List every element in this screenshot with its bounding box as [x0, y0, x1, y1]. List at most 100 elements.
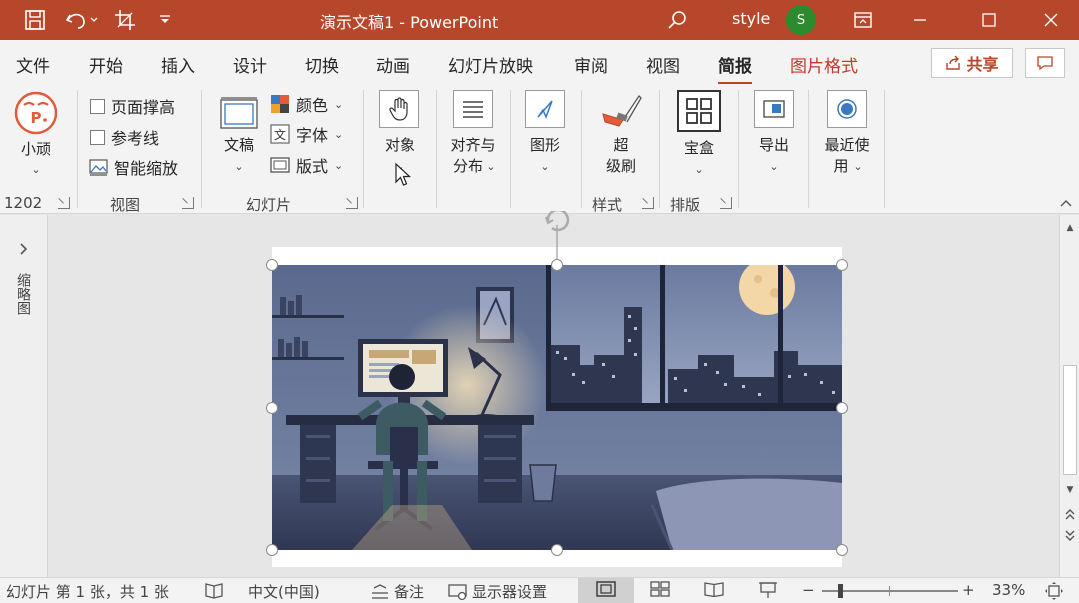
undo-icon[interactable] [60, 8, 104, 32]
dialog-launcher-icon[interactable] [182, 197, 194, 209]
tab-home[interactable]: 开始 [89, 52, 123, 77]
zoom-in-button[interactable]: + [962, 581, 975, 599]
page-stretch-checkbox[interactable]: 页面撑高 [90, 94, 175, 118]
previous-slide-icon[interactable] [1060, 505, 1079, 523]
zoom-level[interactable]: 33% [992, 581, 1025, 599]
maximize-icon[interactable] [966, 0, 1012, 40]
resize-handle-left[interactable] [266, 402, 278, 414]
guides-label: 参考线 [111, 129, 160, 148]
slides-icon [220, 97, 258, 129]
display-settings-button[interactable]: 显示器设置 [448, 581, 547, 602]
resize-handle-bottom-left[interactable] [266, 544, 278, 556]
tab-picture-format[interactable]: 图片格式 [790, 52, 858, 77]
svg-text:P: P [31, 109, 42, 127]
thumbnail-label[interactable]: 缩略图 [13, 273, 33, 315]
chevron-down-icon: ⌄ [694, 163, 704, 176]
night-office-illustration [272, 265, 842, 550]
export-button[interactable]: 导出 ⌄ [746, 88, 802, 180]
zoom-slider[interactable] [822, 584, 958, 598]
group-separator [77, 90, 78, 208]
selected-picture[interactable] [272, 265, 842, 550]
guides-checkbox[interactable]: 参考线 [90, 125, 159, 149]
expand-thumbnails-icon[interactable] [14, 239, 34, 259]
crop-icon[interactable] [112, 8, 138, 32]
align-distribute-button[interactable]: 对齐与 分布 ⌄ [443, 88, 505, 180]
checkbox-box [90, 98, 105, 114]
tab-design[interactable]: 设计 [233, 52, 267, 77]
recent-used-button[interactable]: 最近使 用 ⌄ [816, 88, 878, 180]
notes-label: 备注 [394, 583, 425, 601]
super-brush-button[interactable]: 超 级刷 [593, 88, 649, 180]
customize-qat-icon[interactable] [152, 8, 178, 32]
layout-button[interactable]: 版式 ⌄ [270, 153, 343, 177]
dialog-launcher-icon[interactable] [58, 197, 70, 209]
user-name[interactable]: style [732, 9, 770, 28]
slide-editor-canvas[interactable] [49, 211, 1059, 577]
shape-label: 图形 [529, 136, 560, 154]
comments-button[interactable] [1025, 48, 1065, 78]
accessibility-icon[interactable] [204, 581, 224, 599]
svg-text:文: 文 [274, 127, 286, 142]
treasure-box-label: 宝盒 [683, 139, 714, 157]
colors-button[interactable]: 颜色 ⌄ [270, 92, 343, 116]
minimize-icon[interactable] [897, 0, 943, 40]
scroll-down-icon[interactable]: ▼ [1060, 481, 1079, 499]
notes-button[interactable]: 备注 [370, 581, 424, 602]
slide-sorter-icon[interactable] [650, 581, 670, 597]
tab-jianbao[interactable]: 简报 [718, 52, 752, 85]
shape-icon [525, 90, 565, 128]
document-button[interactable]: 文稿 ⌄ [214, 92, 264, 178]
fit-to-window-icon[interactable] [1044, 581, 1064, 601]
avatar[interactable]: S [786, 5, 816, 35]
dialog-launcher-icon[interactable] [346, 197, 358, 209]
tab-view[interactable]: 视图 [646, 52, 680, 77]
paint-brush-icon [602, 94, 642, 127]
tab-insert[interactable]: 插入 [161, 52, 195, 77]
normal-view-icon[interactable] [596, 581, 616, 597]
vertical-scrollbar[interactable]: ▲ ▼ [1059, 215, 1079, 577]
super-brush-label-1: 超 [613, 136, 629, 154]
language-status[interactable]: 中文(中国) [248, 581, 320, 602]
ribbon-display-icon[interactable] [840, 0, 886, 40]
zoom-out-button[interactable]: − [802, 581, 815, 599]
shape-button[interactable]: 图形 ⌄ [516, 88, 574, 180]
chevron-down-icon: ⌄ [334, 158, 344, 172]
tab-transitions[interactable]: 切换 [305, 52, 339, 77]
resize-handle-bottom[interactable] [551, 544, 563, 556]
tab-file[interactable]: 文件 [16, 52, 50, 77]
next-slide-icon[interactable] [1060, 527, 1079, 545]
align-icon [453, 90, 493, 128]
slide-group-label: 幻灯片 [246, 196, 292, 214]
recent-icon [827, 90, 867, 128]
dialog-launcher-icon[interactable] [720, 197, 732, 209]
treasure-box-button[interactable]: 宝盒 ⌄ [668, 88, 730, 180]
dialog-launcher-icon[interactable] [642, 197, 654, 209]
thumbnail-pane: 缩略图 [0, 215, 48, 577]
tab-animations[interactable]: 动画 [376, 52, 410, 77]
chevron-down-icon: ⌄ [334, 127, 344, 141]
document-title: 演示文稿1 - PowerPoint [320, 13, 499, 32]
resize-handle-right[interactable] [836, 402, 848, 414]
save-icon[interactable] [22, 8, 48, 32]
scroll-up-icon[interactable]: ▲ [1060, 219, 1079, 237]
chevron-down-icon: ⌄ [31, 163, 41, 176]
resize-handle-top-right[interactable] [836, 259, 848, 271]
resize-handle-top-left[interactable] [266, 259, 278, 271]
search-icon[interactable] [664, 8, 690, 32]
resize-handle-top[interactable] [551, 259, 563, 271]
slide-count: 幻灯片 第 1 张，共 1 张 [6, 583, 169, 601]
zoom-slider-thumb[interactable] [838, 584, 843, 598]
scrollbar-thumb[interactable] [1063, 365, 1077, 475]
reading-view-icon[interactable] [704, 581, 724, 597]
tab-slideshow[interactable]: 幻灯片放映 [448, 52, 533, 77]
collapse-ribbon-icon[interactable] [1058, 196, 1074, 210]
xiaowan-button[interactable]: P 小顽 ⌄ [8, 88, 66, 180]
smart-zoom-button[interactable]: 智能缩放 [89, 155, 178, 179]
share-button[interactable]: 共享 [931, 48, 1013, 78]
tab-review[interactable]: 审阅 [574, 52, 608, 77]
fonts-label: 字体 [296, 126, 329, 145]
slideshow-view-icon[interactable] [758, 581, 778, 599]
resize-handle-bottom-right[interactable] [836, 544, 848, 556]
fonts-button[interactable]: 文 字体 ⌄ [270, 122, 343, 146]
close-icon[interactable] [1028, 0, 1074, 40]
